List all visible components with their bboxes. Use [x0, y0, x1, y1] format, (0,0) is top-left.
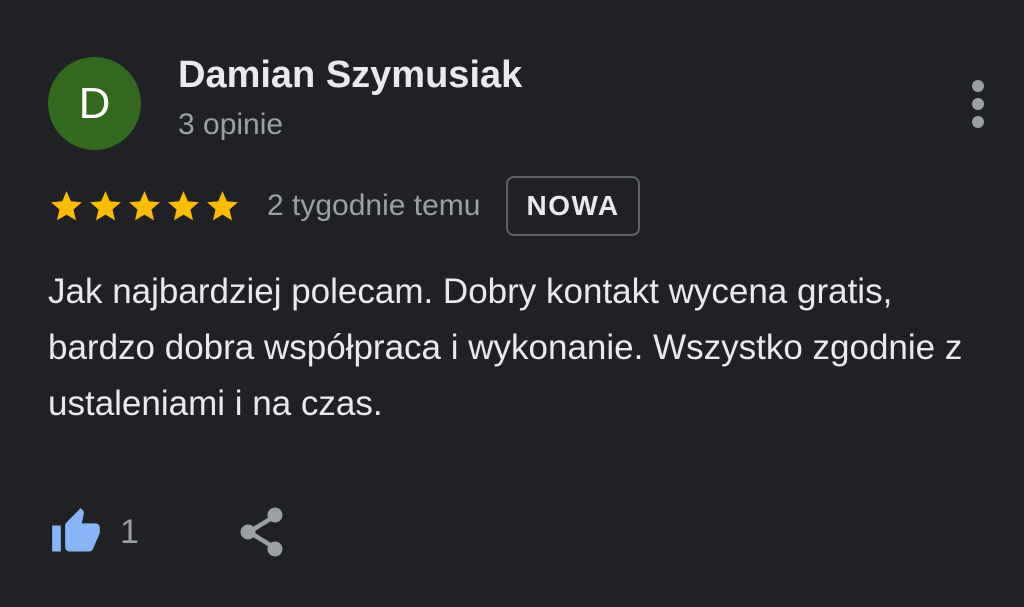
avatar-initial: D [78, 78, 111, 128]
rating-row: 2 tygodnie temu NOWA [48, 174, 640, 238]
avatar[interactable]: D [48, 57, 141, 150]
author-name[interactable]: Damian Szymusiak [178, 54, 522, 97]
review-text: Jak najbardziej polecam. Dobry kontakt w… [48, 272, 963, 423]
review-card: D Damian Szymusiak 3 opinie 2 tygodnie t… [0, 0, 1024, 607]
more-vert-icon [972, 80, 984, 128]
star-icon [204, 188, 241, 225]
more-options-button[interactable] [956, 76, 1000, 132]
review-actions: 1 [48, 502, 287, 562]
star-icon [48, 188, 85, 225]
star-icon [87, 188, 124, 225]
star-rating [48, 188, 241, 225]
share-button[interactable] [237, 505, 287, 559]
like-button[interactable]: 1 [48, 506, 139, 558]
like-count: 1 [120, 512, 139, 551]
star-icon [165, 188, 202, 225]
star-icon [126, 188, 163, 225]
share-icon [240, 507, 283, 557]
thumbs-up-icon [52, 508, 100, 552]
author-review-count: 3 opinie [178, 108, 284, 141]
review-date: 2 tygodnie temu [267, 189, 481, 222]
new-badge: NOWA [506, 176, 640, 236]
